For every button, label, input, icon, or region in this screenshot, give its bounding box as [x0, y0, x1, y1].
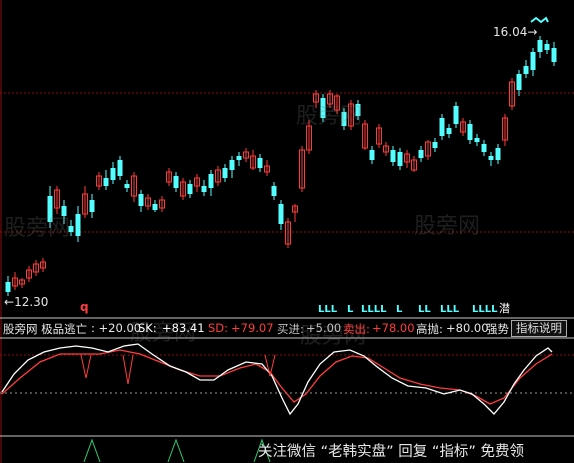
candle-body-down [208, 174, 214, 188]
signal-marker: LL [418, 304, 431, 315]
indicator-value: : +20.00 [91, 321, 142, 335]
candle-body-down [488, 156, 494, 160]
buy-label: 买进: [277, 322, 304, 336]
signal-marker: LLLL [472, 304, 498, 315]
signal-marker: LLL [440, 304, 460, 315]
candle-body-down [5, 282, 11, 292]
indicator-bar: 股旁网 极品逃亡 : +20.00 SK: +83.41 SD: +79.07 … [0, 319, 574, 337]
candle-body-down [474, 138, 480, 142]
candle-body-down [516, 74, 522, 90]
indicator-help-button[interactable]: 指标说明 [511, 320, 567, 337]
sd-value: +79.07 [231, 321, 274, 335]
arrow-left-icon: ← [4, 295, 15, 309]
candle-body-down [320, 98, 326, 118]
candle-body-down [523, 66, 529, 74]
candle-body-down [481, 144, 487, 152]
sk-label: SK: [138, 321, 157, 335]
peak-marker-icon [530, 16, 549, 24]
candle-body-down [278, 204, 284, 224]
candle-body-down [110, 168, 116, 180]
chart-canvas [0, 0, 574, 463]
candle-body-down [369, 150, 375, 160]
sd-label: SD: [208, 321, 229, 335]
high-price-label: 16.04→ [493, 25, 537, 39]
arrow-right-icon: → [527, 25, 538, 39]
candle-body-down [75, 214, 81, 236]
signal-q: q [80, 300, 89, 314]
footer-text: 关注微信 “老韩实盘” 回复 “指标” 免费领 [258, 444, 524, 460]
candle-body-down [432, 142, 438, 148]
candle-body-down [222, 168, 228, 178]
candle-body-down [355, 104, 361, 116]
candle-body-down [530, 52, 536, 70]
high-price-value: 16.04 [493, 25, 528, 39]
candle-body-down [61, 206, 67, 216]
candle-body-down [390, 150, 396, 162]
candle-body-down [236, 156, 242, 160]
candle-body-down [229, 160, 235, 170]
sd-line [1, 349, 553, 405]
sell-spike [80, 354, 92, 379]
candle-body-down [117, 160, 123, 176]
candle-body-down [341, 112, 347, 126]
candle-body-down [152, 204, 158, 210]
candle-body-down [537, 40, 543, 52]
candle-body-down [418, 150, 424, 158]
strong-label: 强势 [486, 322, 509, 336]
low-price-label: ←12.30 [4, 295, 48, 309]
indicator-name: 股旁网 极品逃亡 [3, 322, 88, 336]
sell-spike [122, 354, 134, 385]
sk-value: +83.41 [162, 321, 205, 335]
candle-body-down [138, 194, 144, 206]
candle-body-down [551, 48, 557, 62]
signal-marker-qian: 潜 [499, 302, 510, 315]
candle-body-down [124, 184, 130, 188]
sell-value: +78.00 [372, 321, 415, 335]
candle-body-down [495, 148, 501, 160]
candle-body-down [68, 226, 74, 232]
candle-body-down [453, 106, 459, 124]
buy-spike [83, 438, 101, 463]
candle-body-down [397, 152, 403, 166]
candle-body-down [187, 184, 193, 194]
candle-body-down [257, 158, 263, 168]
candle-body-down [467, 124, 473, 140]
buy-spike [167, 438, 185, 463]
buy-value: +5.00 [306, 321, 342, 335]
candle-body-down [89, 200, 95, 212]
high-sell-label: 高抛: [416, 322, 443, 336]
candle-body-down [103, 178, 109, 186]
candle-body-down [201, 186, 207, 192]
candle-body-down [271, 186, 277, 196]
signal-marker: LLLL [361, 304, 387, 315]
sell-label: 卖出: [343, 322, 370, 336]
signal-marker: L [396, 304, 403, 315]
candle-body-down [47, 196, 53, 222]
candle-body-down [439, 118, 445, 136]
candle-body-down [173, 176, 179, 188]
candle-body-down [544, 44, 550, 50]
candle-body-down [446, 128, 452, 134]
high-sell-value: +80.00 [446, 321, 489, 335]
signal-marker: LLL [318, 304, 338, 315]
low-price-value: 12.30 [14, 295, 49, 309]
signal-marker: L [347, 304, 354, 315]
